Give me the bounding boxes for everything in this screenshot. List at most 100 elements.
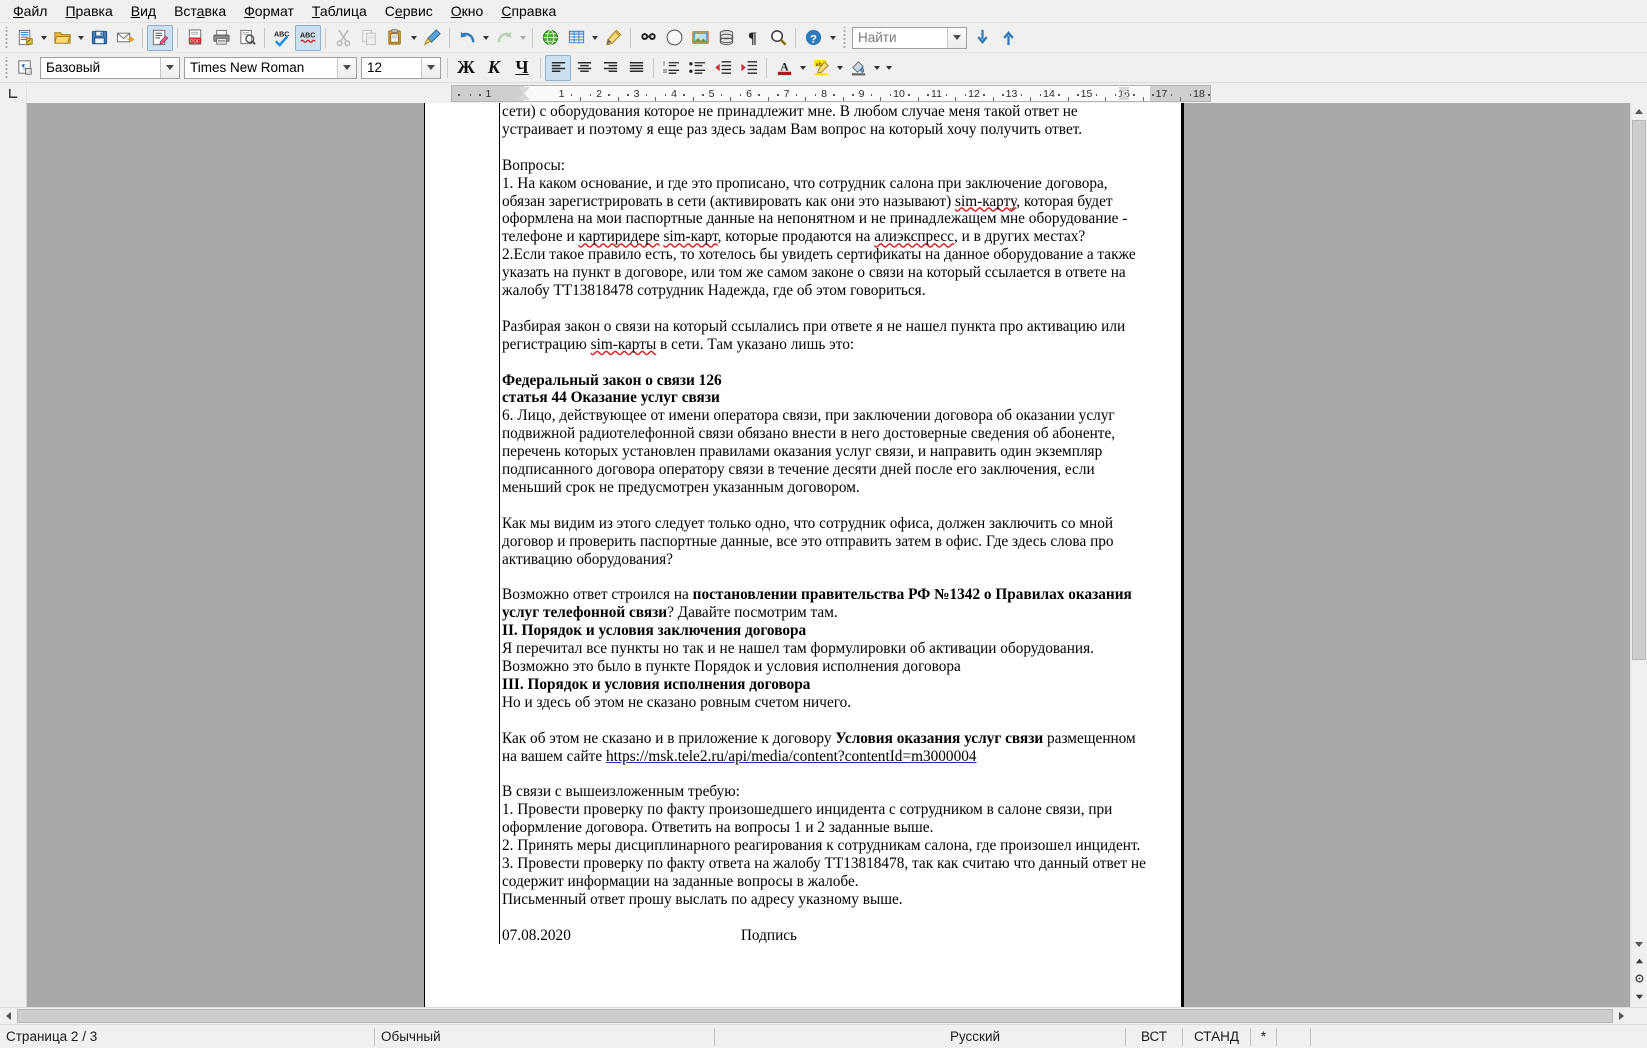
right-indent-marker[interactable] <box>1118 93 1130 100</box>
font-name-combobox[interactable]: Times New Roman <box>184 56 357 79</box>
align-right-icon[interactable] <box>597 55 623 81</box>
document-paragraph[interactable]: сети) с оборудования которое не принадле… <box>502 103 1150 139</box>
underline-button[interactable]: Ч <box>508 55 536 81</box>
status-digital-signature[interactable] <box>1277 1027 1311 1046</box>
standard-toolbar-overflow[interactable] <box>826 25 840 51</box>
paragraph-style-icon[interactable]: ¶ <box>12 55 38 81</box>
spelling-icon[interactable]: ABC <box>269 25 295 51</box>
copy-icon[interactable] <box>356 25 382 51</box>
document-paragraph[interactable]: Возможно ответ строился на постановлении… <box>502 586 1150 622</box>
status-page-style[interactable]: Обычный <box>375 1027 715 1046</box>
menu-view[interactable]: Вид <box>122 1 165 22</box>
arrow-up-icon[interactable] <box>995 25 1021 51</box>
cut-icon[interactable] <box>330 25 356 51</box>
horizontal-scroll-track[interactable] <box>17 1008 1613 1024</box>
document-page[interactable]: сети) с оборудования которое не принадле… <box>424 103 1184 1007</box>
signature-line[interactable]: 07.08.2020 Подпись <box>502 927 1150 945</box>
menu-file[interactable]: Файл <box>4 1 56 22</box>
highlight-color-dropdown[interactable] <box>834 55 845 81</box>
document-paragraph[interactable]: Я перечитал все пункты но так и не нашел… <box>502 640 1150 676</box>
paste-icon[interactable] <box>382 25 408 51</box>
document-text[interactable]: сети) с оборудования которое не принадле… <box>499 103 1150 945</box>
document-paragraph[interactable]: Разбирая закон о связи на который ссылал… <box>502 318 1150 354</box>
status-page-number[interactable]: Страница 2 / 3 <box>0 1027 375 1046</box>
ruler-scale[interactable]: 1 1 2 3 4 5 6 7 8 9 10 11 12 13 14 15 16 17 18 <box>451 85 1211 102</box>
document-paragraph[interactable]: III. Порядок и условия исполнения догово… <box>502 676 1150 694</box>
horizontal-ruler[interactable]: 1 1 2 3 4 5 6 7 8 9 10 11 12 13 14 15 16 17 18 <box>27 83 1630 103</box>
menu-tools[interactable]: Сервис <box>376 1 442 22</box>
insert-image-icon[interactable] <box>687 25 713 51</box>
highlight-color-icon[interactable]: ab <box>808 55 834 81</box>
navigator-icon[interactable] <box>661 25 687 51</box>
print-icon[interactable] <box>208 25 234 51</box>
document-paragraph[interactable]: 1. Провести проверку по факту произошедш… <box>502 801 1150 837</box>
document-paragraph[interactable]: 2. Принять меры дисциплинарного реагиров… <box>502 837 1150 855</box>
scroll-up-button[interactable] <box>1631 103 1647 120</box>
align-left-icon[interactable] <box>545 54 571 81</box>
document-canvas[interactable]: сети) с оборудования которое не принадле… <box>27 103 1630 1007</box>
horizontal-scroll-thumb[interactable] <box>17 1009 1613 1023</box>
undo-dropdown[interactable] <box>480 25 491 51</box>
left-indent-marker[interactable] <box>518 93 530 100</box>
document-paragraph[interactable]: 1. На каком основание, и где это прописа… <box>502 175 1150 247</box>
print-preview-icon[interactable] <box>234 25 260 51</box>
insert-table-icon[interactable] <box>563 25 589 51</box>
vertical-scroll-thumb[interactable] <box>1632 120 1646 660</box>
document-paragraph[interactable]: Но и здесь об этом не сказано ровным сче… <box>502 694 1150 712</box>
status-section[interactable] <box>1311 1028 1647 1046</box>
unordered-list-icon[interactable] <box>684 55 710 81</box>
save-document-icon[interactable] <box>86 25 112 51</box>
document-paragraph[interactable]: Вопросы: <box>502 157 1150 175</box>
font-name-dropdown-arrow[interactable] <box>337 57 356 78</box>
data-sources-icon[interactable] <box>713 25 739 51</box>
menu-window[interactable]: Окно <box>442 1 493 22</box>
increase-indent-icon[interactable] <box>736 55 762 81</box>
document-paragraph[interactable]: 3. Провести проверку по факту ответа на … <box>502 855 1150 891</box>
arrow-down-icon[interactable] <box>969 25 995 51</box>
background-color-icon[interactable] <box>845 55 871 81</box>
find-replace-icon[interactable] <box>635 25 661 51</box>
document-paragraph[interactable]: Федеральный закон о связи 126 <box>502 372 1150 390</box>
status-insert-mode[interactable]: ВСТ <box>1125 1027 1183 1046</box>
menu-edit[interactable]: Правка <box>56 1 121 22</box>
open-document-dropdown[interactable] <box>75 25 86 51</box>
new-document-icon[interactable] <box>12 25 38 51</box>
vertical-scrollbar[interactable] <box>1630 103 1647 1007</box>
document-paragraph[interactable]: Как об этом не сказано и в приложение к … <box>502 730 1150 766</box>
menu-help[interactable]: Справка <box>492 1 565 22</box>
redo-dropdown[interactable] <box>517 25 528 51</box>
font-color-icon[interactable]: A <box>771 55 797 81</box>
toolbar-grip[interactable] <box>3 26 10 49</box>
find-input[interactable]: Найти <box>852 26 967 49</box>
formatting-toolbar-overflow[interactable] <box>882 55 896 81</box>
align-justify-icon[interactable] <box>623 55 649 81</box>
insert-hyperlink-icon[interactable] <box>537 25 563 51</box>
paragraph-style-combobox[interactable]: Базовый <box>40 56 180 79</box>
email-document-icon[interactable] <box>112 25 138 51</box>
document-paragraph[interactable]: Как мы видим из этого следует только одн… <box>502 515 1150 569</box>
find-dropdown-arrow[interactable] <box>947 27 966 48</box>
bold-button[interactable]: Ж <box>452 55 480 81</box>
next-page-icon[interactable] <box>1633 990 1646 1003</box>
paste-dropdown[interactable] <box>408 25 419 51</box>
document-paragraph[interactable]: 2.Если такое правило есть, то хотелось б… <box>502 246 1150 300</box>
find-toolbar-grip[interactable] <box>841 26 848 49</box>
menu-table[interactable]: Таблица <box>303 1 376 22</box>
status-language[interactable]: Русский <box>825 1028 1125 1046</box>
formatting-toolbar-grip[interactable] <box>3 56 10 79</box>
previous-page-icon[interactable] <box>1633 955 1646 968</box>
document-paragraph[interactable]: статья 44 Оказание услуг связи <box>502 389 1150 407</box>
clone-formatting-icon[interactable] <box>419 25 445 51</box>
scroll-right-button[interactable] <box>1613 1008 1630 1024</box>
autospellcheck-icon[interactable]: ABC <box>295 24 321 51</box>
status-selection-mode[interactable]: СТАНД <box>1183 1027 1251 1046</box>
status-modified-indicator[interactable]: * <box>1251 1027 1277 1046</box>
navigation-target-icon[interactable] <box>1633 972 1646 985</box>
ordered-list-icon[interactable]: I II <box>658 55 684 81</box>
page-text-body[interactable]: сети) с оборудования которое не принадле… <box>499 103 1150 945</box>
italic-button[interactable]: К <box>480 55 508 81</box>
open-document-icon[interactable] <box>49 25 75 51</box>
redo-icon[interactable] <box>491 25 517 51</box>
zoom-icon[interactable] <box>765 25 791 51</box>
formatting-marks-icon[interactable]: ¶ <box>739 25 765 51</box>
